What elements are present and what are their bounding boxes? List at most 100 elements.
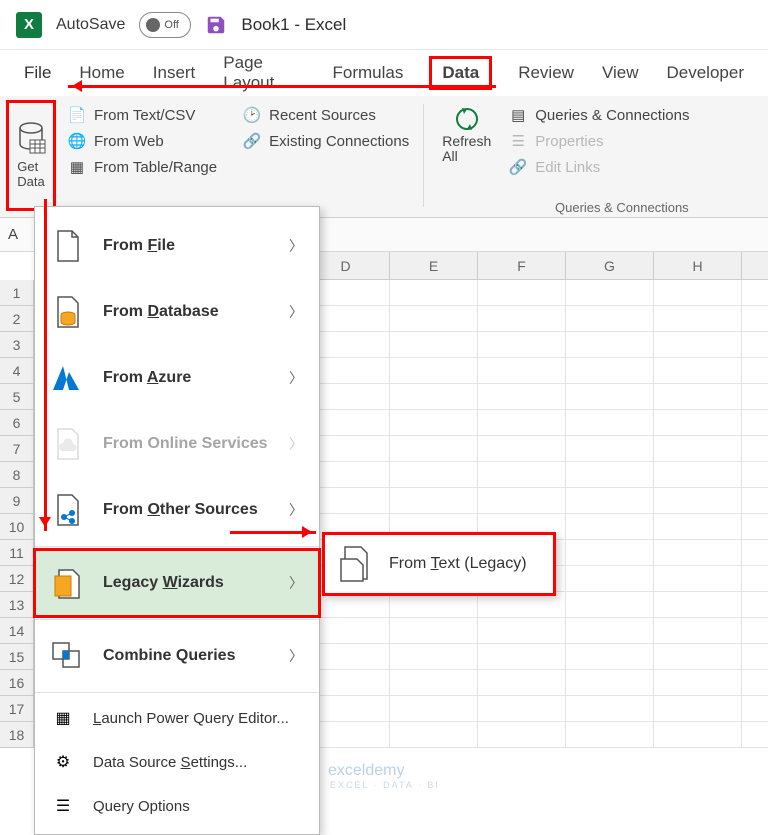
annotation-arrow	[44, 199, 47, 531]
autosave-state: Off	[164, 19, 178, 31]
cloud-icon	[51, 427, 85, 461]
row-header[interactable]: 15	[0, 644, 34, 670]
row-header[interactable]: 13	[0, 592, 34, 618]
row-header[interactable]: 16	[0, 670, 34, 696]
name-box[interactable]: A	[8, 226, 32, 243]
watermark-brand: exceldemy	[328, 762, 440, 780]
row-header[interactable]: 12	[0, 566, 34, 592]
menu-launch-pq-editor[interactable]: ▦ Launch Power Query Editor...	[35, 696, 319, 740]
label: Recent Sources	[269, 107, 376, 124]
annotation-arrow	[68, 85, 496, 88]
from-text-icon	[339, 547, 373, 581]
tab-page-layout[interactable]: Page Layout	[221, 47, 306, 99]
recent-icon: 🕑	[243, 106, 261, 124]
ribbon-tabs: File Home Insert Page Layout Formulas Da…	[0, 50, 768, 96]
row-header[interactable]: 14	[0, 618, 34, 644]
row-header[interactable]: 17	[0, 696, 34, 722]
data-source-icon: ⚙	[51, 750, 75, 774]
label: From Online Services	[103, 435, 271, 453]
row-header[interactable]: 10	[0, 514, 34, 540]
label: From Database	[103, 303, 271, 321]
label: Query Options	[93, 798, 303, 815]
label: From Azure	[103, 369, 271, 387]
excel-logo-icon: X	[16, 12, 42, 38]
menu-from-online-services: From Online Services 〉	[35, 411, 319, 477]
menu-query-options[interactable]: ☰ Query Options	[35, 784, 319, 828]
menu-from-azure[interactable]: From Azure 〉	[35, 345, 319, 411]
col-header[interactable]: F	[478, 252, 566, 279]
tab-developer[interactable]: Developer	[665, 57, 747, 89]
autosave-label: AutoSave	[56, 16, 125, 34]
label: Combine Queries	[103, 647, 271, 665]
row-header[interactable]: 6	[0, 410, 34, 436]
ribbon-body: Get Data 📄From Text/CSV 🌐From Web ▦From …	[0, 96, 768, 218]
row-header[interactable]: 4	[0, 358, 34, 384]
label: From File	[103, 237, 271, 255]
menu-from-file[interactable]: From File 〉	[35, 213, 319, 279]
annotation-arrow	[230, 531, 316, 534]
existing-connections-button[interactable]: 🔗Existing Connections	[243, 132, 409, 150]
get-data-icon	[16, 122, 46, 156]
autosave-toggle[interactable]: Off	[139, 12, 191, 38]
combine-icon	[51, 639, 85, 673]
pq-editor-icon: ▦	[51, 706, 75, 730]
row-header[interactable]: 2	[0, 306, 34, 332]
label: From Text (Legacy)	[389, 555, 527, 573]
edit-links-icon: 🔗	[509, 158, 527, 176]
refresh-all-button[interactable]: Refresh All	[434, 100, 499, 211]
from-text-csv-button[interactable]: 📄From Text/CSV	[68, 106, 217, 124]
col-header[interactable]: H	[654, 252, 742, 279]
menu-legacy-wizards[interactable]: Legacy Wizards〉	[35, 550, 319, 616]
separator	[423, 104, 424, 207]
chevron-right-icon: 〉	[289, 368, 303, 388]
sources-group: 🕑 Recent Sources 🔗Existing Connections	[239, 100, 413, 211]
label: Data Source Settings...	[93, 754, 303, 771]
web-icon: 🌐	[68, 132, 86, 150]
chevron-right-icon: 〉	[289, 236, 303, 256]
title-bar: X AutoSave Off Book1 - Excel	[0, 0, 768, 50]
from-table-range-button[interactable]: ▦From Table/Range	[68, 158, 217, 176]
tab-file[interactable]: File	[22, 57, 53, 89]
chevron-right-icon: 〉	[289, 646, 303, 666]
refresh-label: Refresh All	[442, 134, 491, 165]
recent-sources-button[interactable]: 🕑 Recent Sources	[243, 106, 409, 124]
label: From Other Sources	[103, 501, 271, 519]
row-header[interactable]: 1	[0, 280, 34, 306]
col-header[interactable]: G	[566, 252, 654, 279]
chevron-right-icon: 〉	[289, 434, 303, 454]
tab-view[interactable]: View	[600, 57, 641, 89]
row-header[interactable]: 18	[0, 722, 34, 748]
chevron-right-icon: 〉	[289, 500, 303, 520]
row-header[interactable]: 7	[0, 436, 34, 462]
save-icon[interactable]	[205, 14, 227, 36]
get-transform-group: 📄From Text/CSV 🌐From Web ▦From Table/Ran…	[64, 100, 221, 211]
other-sources-icon	[51, 493, 85, 527]
row-header[interactable]: 8	[0, 462, 34, 488]
document-title: Book1 - Excel	[241, 15, 346, 35]
menu-from-database[interactable]: From Database〉	[35, 279, 319, 345]
submenu-from-text-legacy[interactable]: From Text (Legacy)	[322, 532, 556, 596]
col-header[interactable]: E	[390, 252, 478, 279]
watermark-tag: EXCEL · DATA · BI	[330, 780, 440, 790]
queries-icon: ▤	[509, 106, 527, 124]
queries-connections-group: ▤Queries & Connections ☰Properties 🔗 Edit…	[505, 100, 693, 211]
get-data-menu: From File〉 From Database〉 From Azure〉 Fr…	[34, 206, 320, 835]
file-icon	[51, 229, 85, 263]
row-header[interactable]: 9	[0, 488, 34, 514]
menu-combine-queries[interactable]: Combine Queries 〉	[35, 623, 319, 689]
label: Edit Links	[535, 159, 600, 176]
row-header[interactable]: 11	[0, 540, 34, 566]
legacy-wizards-icon	[51, 566, 85, 600]
queries-connections-button[interactable]: ▤Queries & Connections	[509, 106, 689, 124]
database-icon	[51, 295, 85, 329]
label: Existing Connections	[269, 133, 409, 150]
row-header[interactable]: 3	[0, 332, 34, 358]
get-data-button[interactable]: Get Data	[6, 100, 56, 211]
tab-review[interactable]: Review	[516, 57, 576, 89]
toggle-knob-icon	[146, 18, 160, 32]
group-label-queries: Queries & Connections	[555, 200, 689, 215]
menu-data-source-settings[interactable]: ⚙ Data Source Settings...	[35, 740, 319, 784]
from-web-button[interactable]: 🌐From Web	[68, 132, 217, 150]
row-header[interactable]: 5	[0, 384, 34, 410]
properties-button: ☰Properties	[509, 132, 689, 150]
